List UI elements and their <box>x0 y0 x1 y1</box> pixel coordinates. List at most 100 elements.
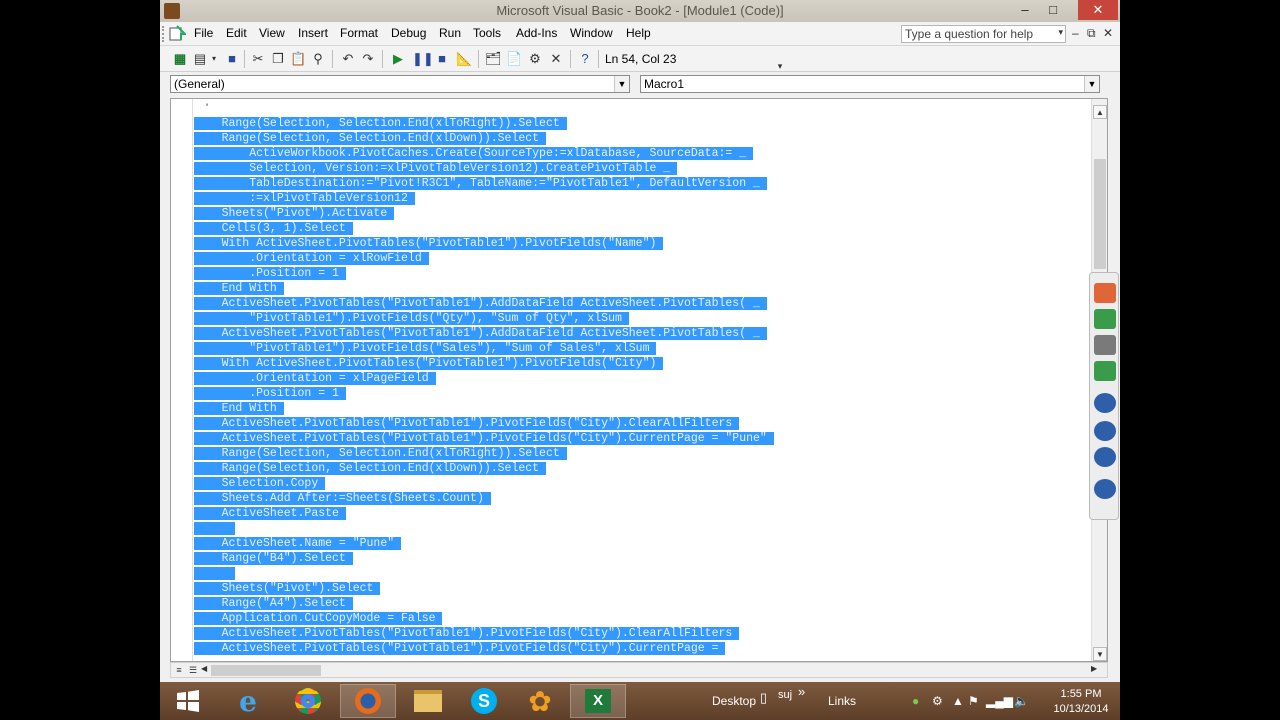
code-line[interactable]: Sheets("Pivot").Activate <box>194 206 774 221</box>
find-icon[interactable]: ⚲ <box>310 51 326 67</box>
mdi-close-button[interactable]: ✕ <box>1103 26 1113 40</box>
vba-module-icon[interactable] <box>169 25 186 42</box>
pause-icon[interactable] <box>1094 393 1116 413</box>
desktop-toolbar-label[interactable]: Desktop <box>712 694 756 708</box>
procedure-combo[interactable]: Macro1 ▼ <box>640 75 1100 93</box>
camera-icon[interactable] <box>1094 335 1116 355</box>
gear-icon[interactable]: ⚙ <box>932 694 943 708</box>
code-window[interactable]: ' Range(Selection, Selection.End(xlToRig… <box>170 98 1108 662</box>
code-line[interactable]: ActiveSheet.PivotTables("PivotTable1").P… <box>194 641 774 656</box>
paste-icon[interactable]: 📋 <box>290 51 306 67</box>
menu-add-ins[interactable]: Add-Ins <box>516 26 557 40</box>
properties-window-icon[interactable]: 📄 <box>506 51 522 67</box>
reset-icon[interactable]: ■ <box>434 51 450 67</box>
code-line[interactable]: Range(Selection, Selection.End(xlToRight… <box>194 116 774 131</box>
margin-indicator-bar[interactable] <box>171 99 193 661</box>
menu-format[interactable]: Format <box>340 26 378 40</box>
toolbox-icon[interactable]: ✕ <box>548 51 564 67</box>
mdi-restore-button[interactable]: ⧉ <box>1087 26 1096 41</box>
code-line[interactable]: ActiveSheet.PivotTables("PivotTable1").A… <box>194 326 774 341</box>
code-editor[interactable]: Range(Selection, Selection.End(xlToRight… <box>194 116 774 656</box>
redo-icon[interactable]: ↷ <box>360 51 376 67</box>
code-line[interactable]: ActiveSheet.PivotTables("PivotTable1").A… <box>194 296 774 311</box>
menu-insert[interactable]: Insert <box>298 26 328 40</box>
code-line[interactable]: With ActiveSheet.PivotTables("PivotTable… <box>194 236 774 251</box>
code-line[interactable]: .Orientation = xlPageField <box>194 371 774 386</box>
insert-module-icon[interactable]: ▤ <box>192 51 208 67</box>
arrow-up-icon[interactable]: ▲ <box>952 694 964 708</box>
code-line[interactable]: Sheets("Pivot").Select <box>194 581 774 596</box>
code-line[interactable]: Range(Selection, Selection.End(xlDown)).… <box>194 131 774 146</box>
menu-run[interactable]: Run <box>439 26 461 40</box>
network-signal-icon[interactable]: ▂▄▆ <box>986 694 1013 708</box>
menu-edit[interactable]: Edit <box>226 26 247 40</box>
taskbar-recorder[interactable]: ✿ <box>512 684 568 718</box>
code-line[interactable]: Range("B4").Select <box>194 551 774 566</box>
undo-icon[interactable]: ↶ <box>340 51 356 67</box>
start-button[interactable] <box>160 684 216 718</box>
save-icon[interactable]: ■ <box>224 51 240 67</box>
code-line[interactable]: "PivotTable1").PivotFields("Qty"), "Sum … <box>194 311 774 326</box>
system-clock[interactable]: 1:55 PM 10/13/2014 <box>1046 687 1116 717</box>
minimize-button[interactable]: – <box>1012 0 1038 20</box>
horizontal-scrollbar[interactable]: ≡ ☰ ◀ ▶ <box>170 662 1108 678</box>
mdi-minimize-button[interactable]: – <box>1072 26 1079 40</box>
cursor-icon[interactable] <box>1094 421 1116 441</box>
taskbar-chrome[interactable] <box>280 684 336 718</box>
chevron-down-icon[interactable]: ▼ <box>1084 76 1099 92</box>
code-line[interactable]: Range("A4").Select <box>194 596 774 611</box>
question-input[interactable]: Type a question for help ▾ <box>901 25 1066 43</box>
menu-view[interactable]: View <box>259 26 285 40</box>
scroll-thumb[interactable] <box>1094 159 1106 269</box>
break-icon[interactable]: ❚❚ <box>412 51 434 67</box>
code-line[interactable]: ActiveSheet.PivotTables("PivotTable1").P… <box>194 416 774 431</box>
menu-debug[interactable]: Debug <box>391 26 426 40</box>
links-toolbar-label[interactable]: Links <box>828 694 856 708</box>
code-line[interactable]: Application.CutCopyMode = False <box>194 611 774 626</box>
windows-icon[interactable] <box>1094 447 1116 467</box>
taskbar-excel[interactable]: X <box>570 684 626 718</box>
insert-dropdown-icon[interactable]: ▾ <box>210 51 218 67</box>
pen-icon[interactable] <box>1094 479 1116 499</box>
taskbar-skype[interactable]: S <box>456 684 512 718</box>
code-line[interactable]: .Position = 1 <box>194 266 774 281</box>
suj-folder-label[interactable]: suj <box>778 689 792 701</box>
code-line[interactable]: Sheets.Add After:=Sheets(Sheets.Count) <box>194 491 774 506</box>
design-mode-icon[interactable]: 📐 <box>456 51 472 67</box>
menubar-grip[interactable] <box>162 26 165 42</box>
code-line[interactable]: "PivotTable1").PivotFields("Sales"), "Su… <box>194 341 774 356</box>
code-line[interactable]: Cells(3, 1).Select <box>194 221 774 236</box>
code-line[interactable]: ActiveSheet.Paste <box>194 506 774 521</box>
project-explorer-icon[interactable]: 🗂 <box>485 51 502 67</box>
toolbar-chevron-icon[interactable]: » <box>798 684 805 699</box>
code-line[interactable]: End With <box>194 281 774 296</box>
copy-icon[interactable]: ❐ <box>270 51 286 67</box>
microphone-icon[interactable] <box>1094 309 1116 329</box>
menu-help[interactable]: Help <box>626 26 651 40</box>
help-icon[interactable]: ? <box>577 51 593 67</box>
object-browser-icon[interactable]: ⚙ <box>527 51 543 67</box>
code-line[interactable]: ActiveSheet.PivotTables("PivotTable1").P… <box>194 626 774 641</box>
cut-icon[interactable]: ✂ <box>250 51 266 67</box>
scroll-up-icon[interactable]: ▲ <box>1093 105 1107 119</box>
code-line[interactable]: .Position = 1 <box>194 386 774 401</box>
run-icon[interactable]: ▶ <box>390 51 406 67</box>
screen-icon[interactable] <box>1094 361 1116 381</box>
shield-check-icon[interactable]: ● <box>912 694 919 708</box>
volume-icon[interactable]: 🔈 <box>1014 694 1029 708</box>
back-arrow-icon[interactable] <box>1094 283 1116 303</box>
menu-tools[interactable]: Tools <box>473 26 501 40</box>
code-line[interactable]: End With <box>194 401 774 416</box>
menu-file[interactable]: File <box>194 26 213 40</box>
taskbar-internet-explorer[interactable]: e <box>220 684 276 718</box>
procedure-view-icon[interactable]: ≡ <box>173 664 185 676</box>
code-line[interactable]: .Orientation = xlRowField <box>194 251 774 266</box>
close-button[interactable]: ✕ <box>1078 0 1118 20</box>
code-line[interactable]: :=xlPivotTableVersion12 <box>194 191 774 206</box>
chevron-down-icon[interactable]: ▼ <box>614 76 629 92</box>
code-line[interactable]: Selection.Copy <box>194 476 774 491</box>
toolbar-options-icon[interactable]: ▾ <box>772 58 788 74</box>
maximize-button[interactable]: □ <box>1040 0 1066 20</box>
code-line[interactable] <box>194 566 774 581</box>
scroll-right-icon[interactable]: ▶ <box>1091 664 1097 673</box>
